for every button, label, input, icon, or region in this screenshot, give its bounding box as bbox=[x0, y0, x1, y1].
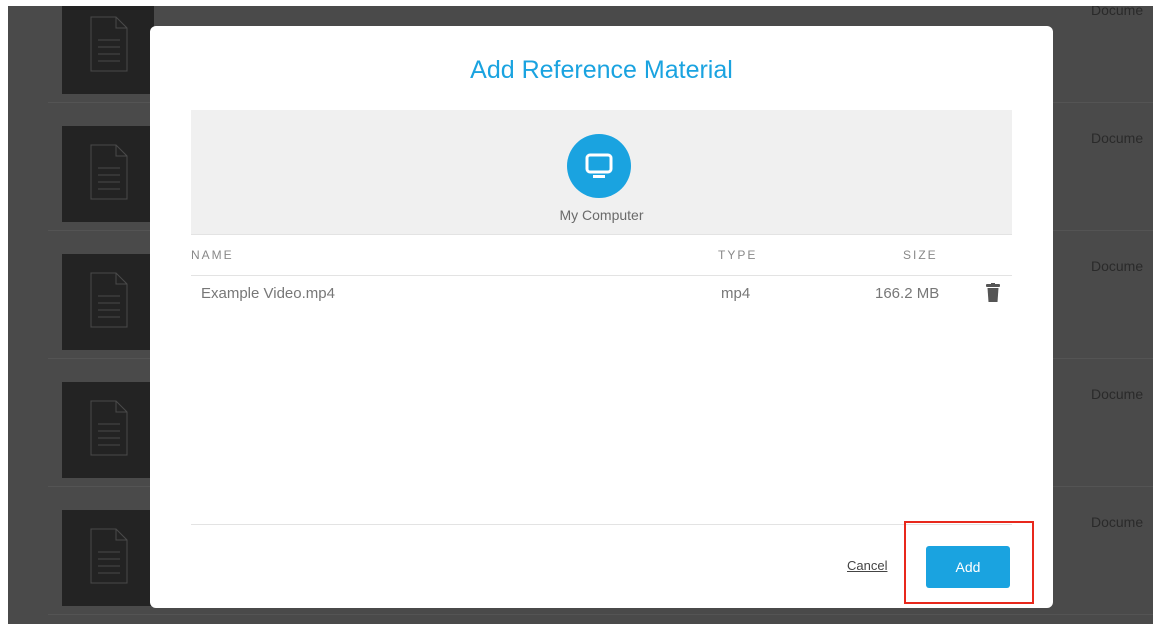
modal-title: Add Reference Material bbox=[470, 56, 733, 84]
my-computer-source-button[interactable]: My Computer bbox=[191, 134, 1012, 224]
monitor-icon bbox=[585, 153, 613, 178]
footer-divider bbox=[191, 524, 1012, 525]
document-icon bbox=[90, 272, 128, 328]
source-panel: My Computer bbox=[191, 110, 1012, 234]
source-label: My Computer bbox=[559, 207, 644, 223]
add-button[interactable]: Add bbox=[926, 546, 1010, 588]
add-reference-modal: Add Reference Material My Computer NAME … bbox=[150, 26, 1053, 608]
document-type-label: Docume bbox=[1091, 258, 1144, 274]
table-row: Example Video.mp4 mp4 166.2 MB bbox=[191, 275, 1012, 315]
document-icon bbox=[90, 144, 128, 200]
document-type-label: Docume bbox=[1091, 386, 1144, 402]
file-name: Example Video.mp4 bbox=[201, 285, 335, 302]
document-thumbnail bbox=[62, 6, 154, 94]
file-table-header: NAME TYPE SIZE bbox=[191, 234, 1012, 276]
source-icon-circle[interactable] bbox=[567, 134, 631, 198]
column-header-name: NAME bbox=[191, 248, 234, 262]
file-size: 166.2 MB bbox=[875, 285, 940, 302]
document-thumbnail bbox=[62, 254, 154, 350]
column-header-type: TYPE bbox=[718, 248, 758, 262]
document-thumbnail bbox=[62, 382, 154, 478]
column-header-size: SIZE bbox=[903, 248, 938, 262]
document-type-label: Docume bbox=[1091, 6, 1144, 18]
cancel-button[interactable]: Cancel bbox=[847, 558, 887, 573]
document-thumbnail bbox=[62, 126, 154, 222]
document-icon bbox=[90, 16, 128, 72]
file-type: mp4 bbox=[721, 285, 751, 302]
document-type-label: Docume bbox=[1091, 514, 1144, 530]
document-type-label: Docume bbox=[1091, 130, 1144, 146]
document-icon bbox=[90, 528, 128, 584]
trash-icon bbox=[986, 283, 1000, 302]
document-icon bbox=[90, 400, 128, 456]
delete-file-button[interactable] bbox=[986, 283, 1000, 303]
document-thumbnail bbox=[62, 510, 154, 606]
